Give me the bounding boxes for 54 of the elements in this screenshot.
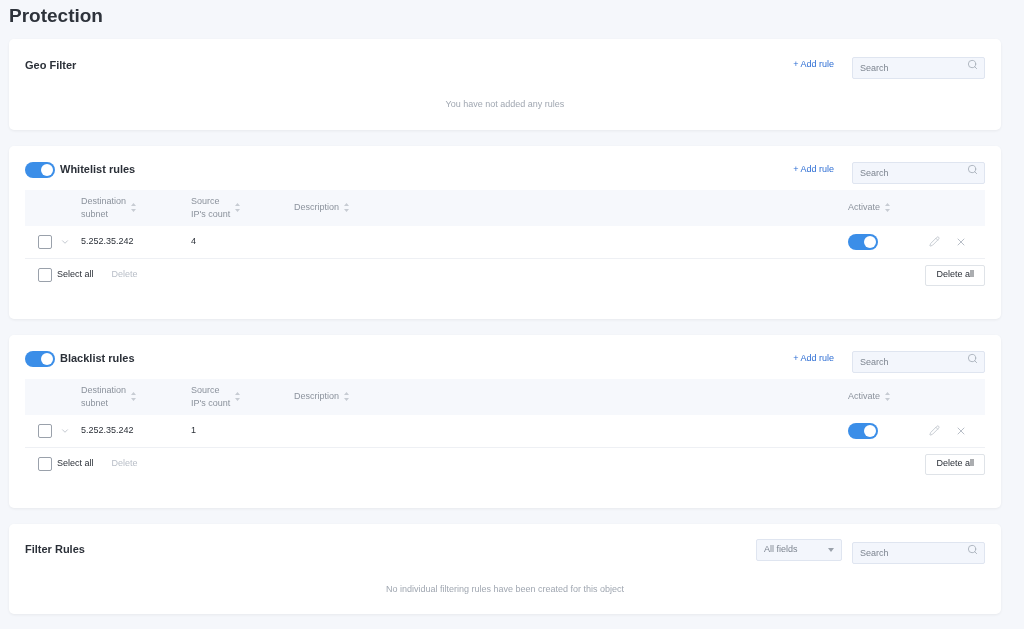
- column-header[interactable]: Description: [294, 201, 340, 214]
- edit-icon[interactable]: [929, 236, 940, 247]
- search-icon[interactable]: [967, 352, 978, 364]
- sort-icon[interactable]: [235, 203, 241, 212]
- dropdown-caret-icon[interactable]: [828, 547, 834, 552]
- sort-icon[interactable]: [344, 392, 350, 401]
- empty-message: You have not added any rules: [444, 98, 566, 111]
- select-all-label[interactable]: Select all: [57, 268, 94, 282]
- column-header[interactable]: Destination subnet: [81, 383, 127, 410]
- select-all-label[interactable]: Select all: [57, 457, 94, 471]
- delete-all-button[interactable]: Delete all: [925, 264, 985, 286]
- field-dropdown[interactable]: All fields: [756, 538, 842, 561]
- search-field[interactable]: Search: [852, 350, 985, 373]
- delete-all-button[interactable]: Delete all: [925, 453, 985, 475]
- column-header[interactable]: Destination subnet: [81, 194, 127, 221]
- page-title: Protection: [9, 4, 104, 28]
- search-field[interactable]: Search: [852, 541, 985, 564]
- column-header[interactable]: Activate: [848, 200, 880, 215]
- sort-icon[interactable]: [344, 203, 350, 212]
- toggle-switch[interactable]: [25, 350, 55, 367]
- sort-icon[interactable]: [235, 392, 241, 401]
- table-cell-text: 5.252.35.242: [81, 234, 134, 248]
- toggle-switch[interactable]: [848, 233, 878, 250]
- section-title: Blacklist rules: [60, 351, 135, 367]
- table-cell-text: 4: [191, 234, 196, 248]
- toggle-switch[interactable]: [25, 161, 55, 178]
- search-icon[interactable]: [967, 163, 978, 175]
- checkbox[interactable]: [38, 234, 52, 249]
- checkbox[interactable]: [38, 268, 52, 282]
- empty-message: No individual filtering rules have been created for this object: [384, 582, 626, 596]
- table-cell-text: 1: [191, 423, 196, 437]
- checkbox[interactable]: [38, 457, 52, 471]
- column-header[interactable]: Description: [294, 390, 340, 403]
- edit-icon[interactable]: [929, 425, 940, 436]
- section-title: Filter Rules: [25, 542, 85, 558]
- add-rule-link[interactable]: + Add rule: [793, 162, 834, 177]
- column-header[interactable]: Source IP's count: [191, 194, 231, 221]
- search-field[interactable]: Search: [852, 57, 985, 79]
- add-rule-link[interactable]: + Add rule: [793, 351, 834, 366]
- toggle-switch[interactable]: [848, 422, 878, 439]
- search-icon[interactable]: [967, 543, 978, 555]
- checkbox[interactable]: [38, 423, 52, 438]
- sort-icon[interactable]: [131, 203, 137, 212]
- table-cell-text: 5.252.35.242: [81, 423, 134, 437]
- section-title: Whitelist rules: [60, 162, 136, 178]
- sort-icon[interactable]: [885, 392, 890, 401]
- section-title: Geo Filter: [25, 57, 77, 73]
- column-header[interactable]: Source IP's count: [191, 383, 231, 410]
- column-header[interactable]: Activate: [848, 389, 880, 404]
- search-icon[interactable]: [967, 59, 978, 70]
- search-field[interactable]: Search: [852, 161, 985, 184]
- sort-icon[interactable]: [885, 203, 890, 212]
- sort-icon[interactable]: [131, 392, 137, 401]
- add-rule-link[interactable]: + Add rule: [793, 58, 834, 72]
